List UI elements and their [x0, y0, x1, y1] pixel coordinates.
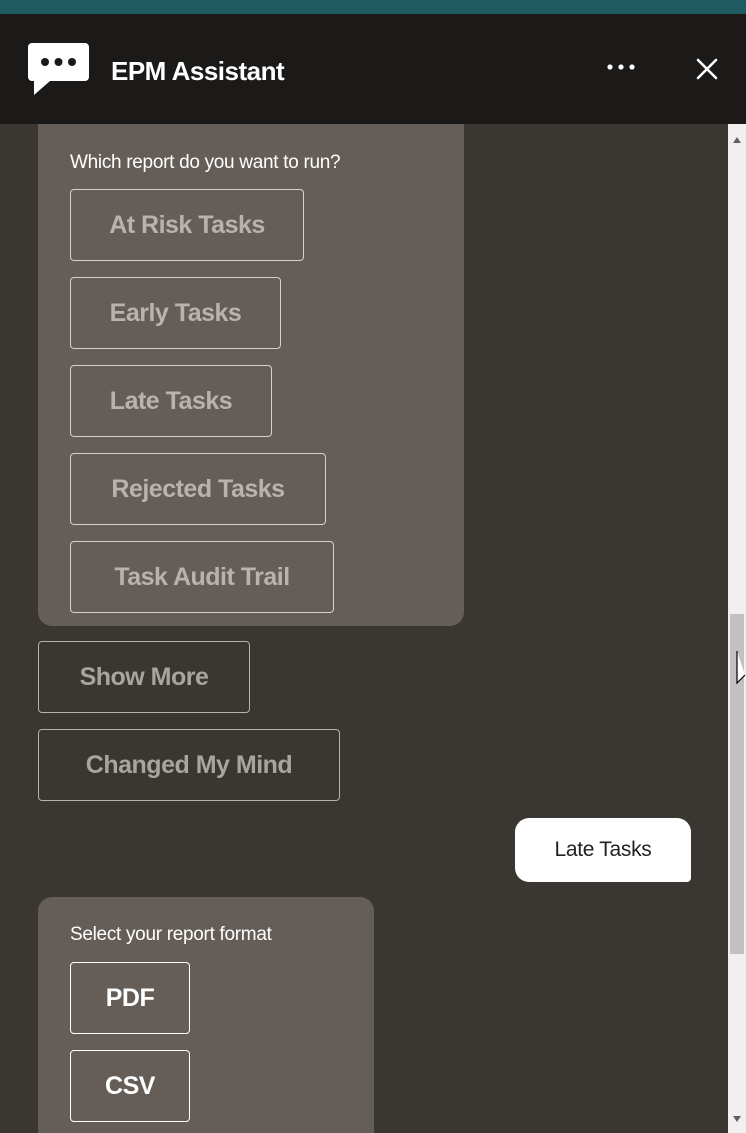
- format-option-pdf[interactable]: PDF: [70, 962, 190, 1034]
- format-option-csv[interactable]: CSV: [70, 1050, 190, 1122]
- report-option-rejected-tasks[interactable]: Rejected Tasks: [70, 453, 326, 525]
- report-option-task-audit-trail[interactable]: Task Audit Trail: [70, 541, 334, 613]
- show-more-button[interactable]: Show More: [38, 641, 250, 713]
- report-option-early-tasks[interactable]: Early Tasks: [70, 277, 281, 349]
- changed-my-mind-button[interactable]: Changed My Mind: [38, 729, 340, 801]
- mouse-pointer-icon: [736, 651, 746, 685]
- format-prompt-text: Select your report format: [70, 924, 272, 945]
- window-top-strip: [0, 0, 746, 14]
- report-option-late-tasks[interactable]: Late Tasks: [70, 365, 272, 437]
- chat-bubble-icon: [28, 43, 89, 95]
- user-message-late-tasks: Late Tasks: [515, 818, 691, 882]
- scroll-up-arrow-icon[interactable]: [733, 137, 741, 143]
- close-icon[interactable]: [692, 54, 722, 84]
- assistant-title: EPM Assistant: [111, 56, 285, 86]
- report-option-at-risk-tasks[interactable]: At Risk Tasks: [70, 189, 304, 261]
- report-prompt-text: Which report do you want to run?: [70, 152, 341, 173]
- more-horizontal-icon[interactable]: [598, 52, 644, 82]
- scroll-down-arrow-icon[interactable]: [733, 1116, 741, 1122]
- chat-transcript[interactable]: Which report do you want to run? At Risk…: [0, 124, 728, 1133]
